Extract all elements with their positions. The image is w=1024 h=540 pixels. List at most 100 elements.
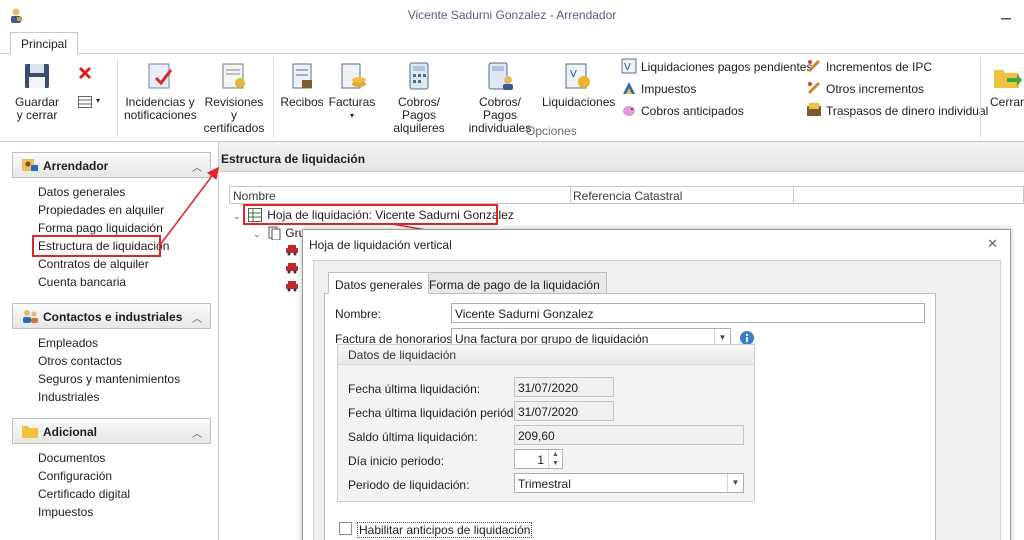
title-bar: Vicente Sadurni Gonzalez - Arrendador [0,0,1024,30]
otros-incrementos-button[interactable]: Otros incrementos [806,80,924,98]
sidebar-item-seguros[interactable]: Seguros y mantenimientos [38,371,180,387]
cobros-alquileres-button[interactable]: Cobros/ Pagos alquileres [382,60,456,135]
anticipos-checkbox[interactable] [339,522,352,535]
contacts-icon [23,310,38,323]
increment-tools-icon [807,81,821,95]
field-label: Saldo última liquidación: [348,430,478,444]
chevron-up-icon[interactable]: ︿ [192,425,202,440]
impuestos-button[interactable]: Impuestos [621,80,696,98]
tree-row-group[interactable]: ⌄ Gru [253,226,305,240]
group-title: Datos de liquidación [338,345,754,365]
landlord-icon [22,159,38,171]
delete-x-icon[interactable] [78,66,92,80]
sidebar-item-industriales[interactable]: Industriales [38,389,99,405]
column-divider [793,187,794,203]
field-label: Periodo de liquidación: [348,478,470,492]
chevron-down-icon: ▾ [96,96,101,105]
field-label: Día inicio periodo: [348,454,445,468]
close-button[interactable]: Cerrar [987,60,1024,109]
column-header-nombre[interactable]: Nombre [233,189,276,203]
tab-forma-pago[interactable]: Forma de pago de la liquidación [422,272,607,294]
calculator-icon [409,62,429,90]
piggy-bank-icon [623,106,635,116]
sidebar-item-certificado[interactable]: Certificado digital [38,486,130,502]
dialog-body: Datos generales Forma de pago de la liqu… [313,260,1001,540]
sidebar-item-datos-generales[interactable]: Datos generales [38,184,125,200]
anticipos-checkbox-label[interactable]: Habilitar anticipos de liquidación [357,522,533,538]
svg-text:V: V [624,62,631,73]
increment-tools-icon [807,59,821,73]
chevron-down-icon: ▾ [349,111,354,120]
section-header-arrendador[interactable]: Arrendador ︿ [12,152,211,178]
traspasos-dinero-button[interactable]: Traspasos de dinero individual [806,102,988,120]
sidebar-item-forma-pago[interactable]: Forma pago liquidación [38,220,163,236]
dia-inicio-stepper[interactable]: 1 ▲ ▼ [514,449,563,469]
settlement-document-icon: V [565,63,590,89]
chevron-down-icon[interactable]: ⌄ [233,211,241,221]
sidebar-item-contratos[interactable]: Contratos de alquiler [38,256,149,272]
calculator-person-icon [488,62,513,90]
exit-folder-icon [994,70,1022,88]
revisiones-button[interactable]: Revisiones y certificados [200,60,268,135]
minimize-icon[interactable] [1000,10,1012,20]
field-label: Fecha última liquidación: [348,382,481,396]
highlight-box [32,235,161,257]
tab-principal[interactable]: Principal [10,32,79,55]
column-header-referencia[interactable]: Referencia Catastral [573,189,682,203]
ribbon-tab-strip: Principal [0,30,1024,55]
cobros-anticipados-button[interactable]: Cobros anticipados [621,102,744,120]
ribbon-divider [117,58,118,138]
floppy-disk-icon [25,64,49,88]
close-icon[interactable]: ✕ [987,236,998,252]
saldo-ultima-liquidacion-field: 209,60 [514,425,744,445]
group-documents-icon [268,226,281,240]
car-icon [286,245,298,256]
sidebar-item-empleados[interactable]: Empleados [38,335,98,351]
section-header-contactos[interactable]: Contactos e industriales ︿ [12,303,211,329]
ribbon-divider [273,58,274,138]
chevron-up-icon[interactable]: ︿ [192,310,202,325]
spin-arrows-icon[interactable]: ▲ ▼ [548,450,562,468]
sidebar-item-impuestos[interactable]: Impuestos [38,504,93,520]
sidebar: Arrendador ︿ Datos generales Propiedades… [0,142,219,540]
chevron-down-icon[interactable]: ▼ [727,474,743,492]
taxes-icon [623,82,635,94]
invoice-coins-icon [341,63,366,89]
ribbon-group-label: Opciones [526,124,577,138]
periodo-select[interactable]: Trimestral ▼ [514,473,744,493]
sidebar-item-documentos[interactable]: Documentos [38,450,105,466]
sidebar-item-otros-contactos[interactable]: Otros contactos [38,353,122,369]
grid-list-icon [78,96,92,108]
liquidaciones-button[interactable]: V Liquidaciones [542,60,615,109]
page-title: Estructura de liquidación [219,142,1024,172]
settlement-dialog: Hoja de liquidación vertical ✕ Datos gen… [302,229,1011,540]
grid-header: Nombre Referencia Catastral [229,186,1024,204]
incidencias-button[interactable]: Incidencias y notificaciones [124,60,197,122]
sidebar-item-configuracion[interactable]: Configuración [38,468,112,484]
facturas-button[interactable]: Facturas ▾ [328,60,376,122]
ribbon: Guardar y cerrar ▾ Incidencias y notific… [0,54,1024,142]
chevron-down-icon[interactable]: ⌄ [253,229,261,239]
sidebar-item-propiedades[interactable]: Propiedades en alquiler [38,202,164,218]
sidebar-item-cuenta[interactable]: Cuenta bancaria [38,274,126,290]
window-title: Vicente Sadurni Gonzalez - Arrendador [407,8,617,22]
recibos-button[interactable]: Recibos [280,60,324,109]
fecha-ultima-liquidacion-periodica-field: 31/07/2020 [514,401,614,421]
tab-datos-generales[interactable]: Datos generales [328,272,430,294]
additional-folder-icon [22,426,38,438]
car-icon [286,263,298,274]
save-and-close-button[interactable]: Guardar y cerrar [14,60,60,122]
receipt-icon [292,63,312,89]
ribbon-divider [980,58,981,138]
nombre-input[interactable]: Vicente Sadurni Gonzalez [451,303,925,323]
section-header-adicional[interactable]: Adicional ︿ [12,418,211,444]
nombre-label: Nombre: [335,307,382,321]
chevron-up-icon[interactable]: ︿ [192,159,202,174]
money-transfer-icon [807,103,821,116]
highlight-box [243,204,498,225]
view-options-dropdown[interactable]: ▾ [78,96,104,110]
datos-liquidacion-group: Datos de liquidación Fecha última liquid… [337,344,755,502]
liquidaciones-pagos-pendientes-button[interactable]: V Liquidaciones pagos pendientes [621,58,812,76]
column-divider [570,187,571,203]
incrementos-ipc-button[interactable]: Incrementos de IPC [806,58,932,76]
